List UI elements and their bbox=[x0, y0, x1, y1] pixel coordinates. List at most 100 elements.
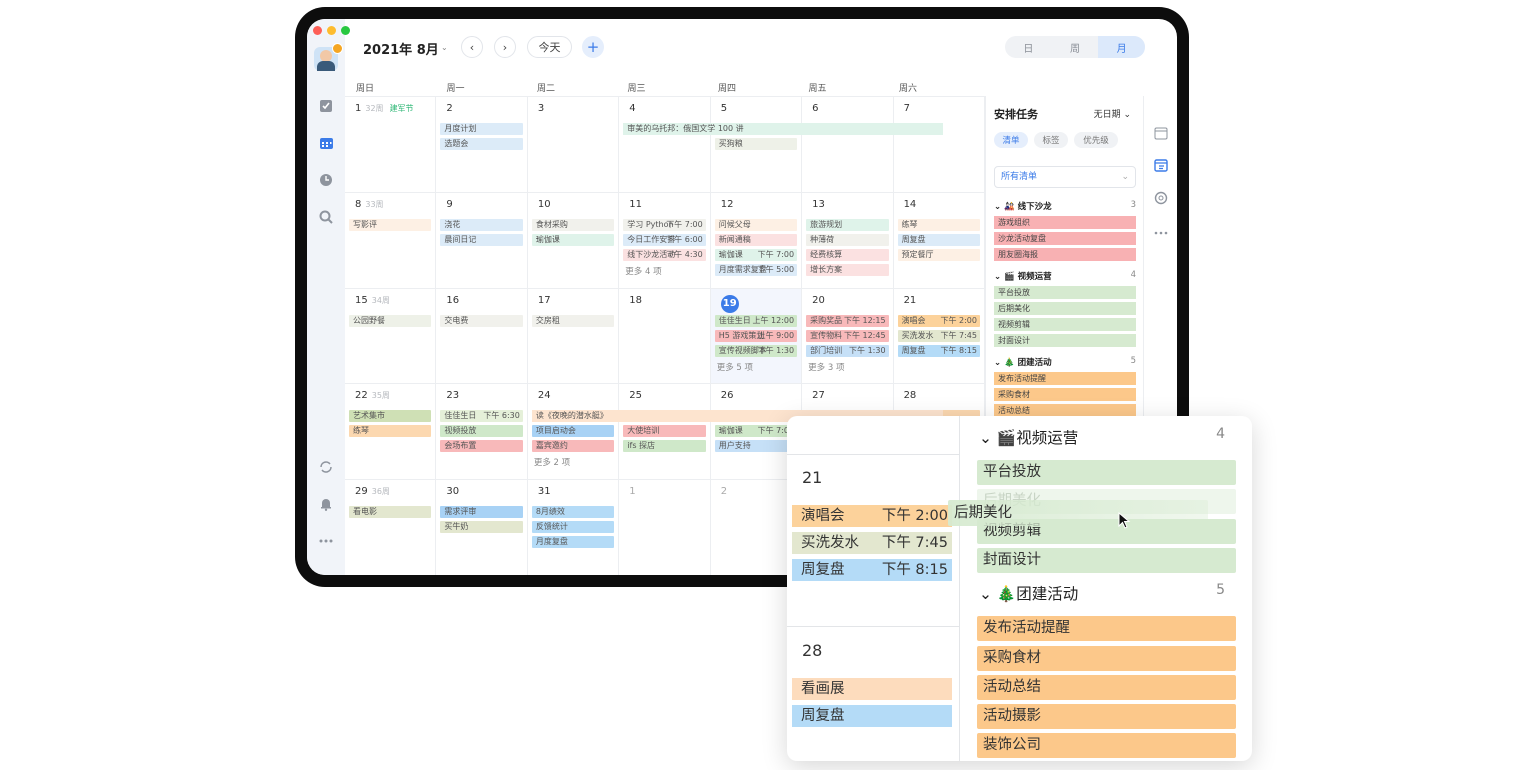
event-chip[interactable]: 问候父母 bbox=[714, 218, 798, 231]
event-chip[interactable]: 需求评审 bbox=[440, 506, 523, 519]
event-chip[interactable]: 用户支持 bbox=[714, 440, 798, 453]
event-chip[interactable]: 买洗发水 下午 7:45 bbox=[897, 329, 980, 342]
chip-tag[interactable]: 标签 bbox=[1034, 132, 1068, 148]
event-chip[interactable]: 演唱会 下午 2:00 bbox=[897, 314, 980, 327]
task-item[interactable]: 封面设计 bbox=[977, 547, 1236, 573]
event-chip[interactable]: 旅游规划 bbox=[806, 218, 889, 231]
task-item[interactable]: 活动摄影 bbox=[977, 704, 1236, 730]
chevron-down-icon[interactable]: ⌄ bbox=[441, 43, 448, 52]
task-item[interactable]: 平台投放 bbox=[994, 286, 1136, 299]
event-chip[interactable]: 瑜伽课 下午 7:00 bbox=[714, 248, 798, 261]
event-chip[interactable]: 周复盘 bbox=[792, 705, 952, 727]
event-chip[interactable]: 月度需求复盘 下午 5:00 bbox=[714, 263, 798, 276]
settings-icon[interactable] bbox=[1153, 191, 1169, 207]
task-group-header[interactable]: ⌄ 🎬 视频运营 4 bbox=[994, 270, 1136, 282]
day-cell[interactable]: 25 大使培训 ifs 探店 bbox=[619, 383, 711, 480]
previous-month-button[interactable]: ‹ bbox=[461, 36, 483, 58]
event-chip[interactable]: 采购奖品 下午 12:15 bbox=[806, 314, 889, 327]
day-cell[interactable]: 24 项目启动会 嘉宾邀约 更多 2 项 bbox=[527, 383, 620, 480]
event-chip[interactable]: 预定餐厅 bbox=[897, 248, 980, 261]
chip-priority[interactable]: 优先级 bbox=[1074, 132, 1118, 148]
more-icon[interactable] bbox=[317, 532, 335, 550]
event-chip[interactable]: 会场布置 bbox=[440, 440, 523, 453]
more-events-link[interactable]: 更多 4 项 bbox=[625, 265, 661, 277]
event-chip[interactable]: 选题会 bbox=[440, 138, 523, 150]
day-cell[interactable]: 6实习生面试下午 2:00 bbox=[802, 96, 894, 192]
event-chip[interactable]: 宣传视频脚本 下午 1:30 bbox=[714, 344, 798, 357]
event-chip[interactable]: 交房租 bbox=[531, 314, 615, 327]
more-events-link[interactable]: 更多 2 项 bbox=[534, 456, 570, 468]
day-cell[interactable]: 16 交电费 bbox=[436, 287, 528, 384]
day-cell[interactable]: 31 8月绩效 反馈统计 月度复盘 bbox=[527, 479, 620, 575]
view-month-tab[interactable]: 月 bbox=[1098, 36, 1145, 58]
task-item[interactable]: 装饰公司 bbox=[977, 733, 1236, 759]
schedule-task-icon[interactable] bbox=[1153, 158, 1169, 174]
day-cell[interactable]: 10 食材采购 瑜伽课 bbox=[527, 191, 620, 288]
event-chip[interactable]: 看电影 bbox=[349, 506, 432, 519]
event-chip[interactable]: 瑜伽课 下午 7:00 bbox=[714, 425, 798, 438]
day-cell[interactable]: 30 需求评审 买牛奶 bbox=[436, 479, 528, 575]
event-chip[interactable]: 宣传物料 下午 12:45 bbox=[806, 329, 889, 342]
chip-list[interactable]: 清单 bbox=[994, 132, 1028, 148]
event-chip[interactable]: 线下沙龙活动 下午 4:30 bbox=[623, 248, 706, 261]
day-cell[interactable]: 29 36周 看电影 bbox=[345, 479, 437, 575]
event-chip[interactable]: 买洗发水 下午 7:45 bbox=[792, 532, 952, 554]
day-cell[interactable]: 11 学习 Python 下午 7:00 今日工作安排 下午 6:00 线下沙龙活动 下午 … bbox=[619, 191, 711, 288]
event-chip[interactable]: ifs 探店 bbox=[623, 440, 706, 453]
avatar[interactable] bbox=[314, 43, 343, 71]
view-day-tab[interactable]: 日 bbox=[1005, 36, 1052, 58]
day-cell[interactable]: 19 佳佳生日 上午 12:00 H5 游戏策划 上午 9:00 宣传视频脚本 下午 1:3… bbox=[710, 287, 803, 384]
event-chip[interactable]: 艺术集市 bbox=[349, 410, 432, 423]
event-chip[interactable]: H5 游戏策划 上午 9:00 bbox=[714, 329, 798, 342]
list-select[interactable]: 所有清单 ⌄ bbox=[994, 166, 1136, 188]
day-cell[interactable]: 7 bbox=[893, 96, 985, 192]
task-item[interactable]: 平台投放 bbox=[977, 460, 1236, 485]
task-item[interactable]: 发布活动提醒 bbox=[994, 372, 1136, 385]
task-group-header[interactable]: ⌄ 🎄团建活动 5 bbox=[979, 582, 1239, 604]
day-cell[interactable]: 21 演唱会 下午 2:00 买洗发水 下午 7:45 周复盘 下午 8:15 bbox=[893, 287, 985, 384]
event-chip[interactable]: 项目启动会 bbox=[531, 425, 615, 438]
event-chip[interactable]: 看画展 bbox=[792, 678, 952, 700]
event-chip[interactable]: 买牛奶 bbox=[440, 521, 523, 534]
day-cell[interactable]: 20 采购奖品 下午 12:15 宣传物料 下午 12:45 部门培训 下午 1:30 更多 … bbox=[802, 287, 894, 384]
day-cell[interactable]: 1 bbox=[619, 479, 711, 575]
today-button[interactable]: 今天 bbox=[527, 36, 572, 58]
task-item[interactable]: 活动总结 bbox=[977, 674, 1236, 700]
event-chip[interactable]: 新闻通稿 bbox=[714, 233, 798, 246]
task-item[interactable]: 后期美化 bbox=[994, 302, 1136, 315]
event-chip[interactable]: 瑜伽课 bbox=[531, 233, 615, 246]
event-chip[interactable]: 大使培训 bbox=[623, 425, 706, 438]
task-group-header[interactable]: ⌄ 🎬视频运营 4 bbox=[979, 426, 1239, 448]
event-chip[interactable]: 经费核算 bbox=[806, 248, 889, 261]
notification-bell-icon[interactable] bbox=[317, 495, 335, 513]
task-item[interactable]: 朋友圈海报 bbox=[994, 248, 1136, 261]
event-chip[interactable]: 月度复盘 bbox=[531, 536, 615, 549]
day-cell[interactable]: 1 32周 建军节 bbox=[345, 96, 437, 192]
day-cell[interactable]: 2 月度计划 选题会 bbox=[436, 96, 528, 192]
event-chip[interactable]: 8月绩效 bbox=[531, 506, 615, 519]
no-date-filter[interactable]: 无日期 ⌄ bbox=[1094, 107, 1131, 120]
calendar-outline-icon[interactable] bbox=[1153, 126, 1169, 142]
search-icon[interactable] bbox=[317, 208, 335, 226]
task-checkbox-icon[interactable] bbox=[317, 97, 335, 115]
task-item[interactable]: 采购食材 bbox=[977, 645, 1236, 671]
event-chip[interactable]: 演唱会 下午 2:00 bbox=[792, 505, 952, 527]
day-cell[interactable]: 23 佳佳生日 下午 6:30 视频投放 会场布置 bbox=[436, 383, 528, 480]
task-group-header[interactable]: ⌄ 🎄 团建活动 5 bbox=[994, 356, 1136, 368]
close-window-button[interactable] bbox=[313, 26, 322, 35]
calendar-icon[interactable] bbox=[317, 134, 335, 152]
task-item[interactable]: 视频剪辑 bbox=[994, 318, 1136, 331]
day-cell[interactable]: 5整理衣柜买狗粮 bbox=[710, 96, 803, 192]
event-chip[interactable]: 交电费 bbox=[440, 314, 523, 327]
event-chip[interactable]: 反馈统计 bbox=[531, 521, 615, 534]
day-cell[interactable]: 18 bbox=[619, 287, 711, 384]
maximize-window-button[interactable] bbox=[341, 26, 350, 35]
event-chip[interactable]: 学习 Python 下午 7:00 bbox=[623, 218, 706, 231]
day-cell[interactable]: 13 旅游规划 种薄荷 经费核算 增长方案 bbox=[802, 191, 894, 288]
event-chip[interactable]: 视频投放 bbox=[440, 425, 523, 438]
event-chip[interactable]: 练琴 bbox=[897, 218, 980, 231]
month-title[interactable]: 2021年 8月 bbox=[363, 39, 439, 58]
task-item[interactable]: 采购食材 bbox=[994, 388, 1136, 401]
sync-icon[interactable] bbox=[317, 458, 335, 476]
event-chip[interactable]: 嘉宾邀约 bbox=[531, 440, 615, 453]
